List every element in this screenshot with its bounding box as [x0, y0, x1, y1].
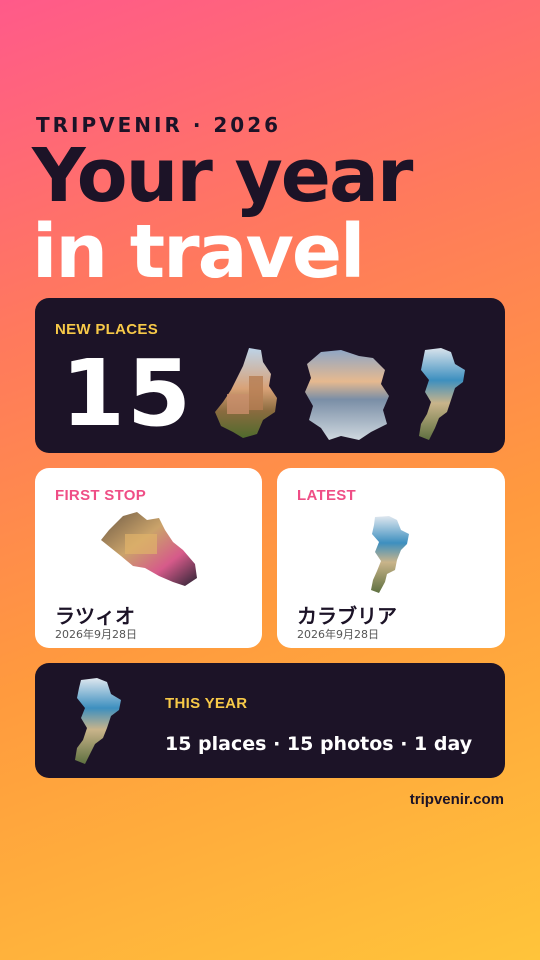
latest-label: LATEST	[297, 487, 357, 504]
new-places-card: NEW PLACES 15	[35, 298, 505, 453]
latest-name: カラブリア	[297, 604, 397, 628]
page-title: Your year in travel	[32, 133, 413, 295]
latest-region-thumbnail	[371, 516, 409, 593]
this-year-region-thumbnail	[75, 678, 121, 764]
first-stop-label: FIRST STOP	[55, 487, 147, 504]
region-thumbnail-3	[419, 348, 465, 440]
this-year-label: THIS YEAR	[165, 695, 248, 712]
title-line-1: Your year	[32, 133, 413, 219]
latest-date: 2026年9月28日	[297, 628, 379, 641]
new-places-label: NEW PLACES	[55, 321, 159, 338]
region-thumbnail-1	[215, 348, 277, 438]
first-stop-card: FIRST STOP ラツィオ 2026年9月28日	[35, 468, 262, 648]
latest-card: LATEST カラブリア 2026年9月28日	[277, 468, 505, 648]
region-thumbnail-2	[305, 350, 389, 440]
first-stop-date: 2026年9月28日	[55, 628, 137, 641]
title-line-2: in travel	[32, 209, 365, 295]
first-stop-region-thumbnail	[101, 512, 197, 586]
this-year-card: THIS YEAR 15 places · 15 photos · 1 day	[35, 663, 505, 778]
new-places-count: 15	[61, 340, 194, 447]
first-stop-name: ラツィオ	[55, 604, 135, 628]
footer-url[interactable]: tripvenir.com	[410, 791, 504, 808]
this-year-summary: 15 places · 15 photos · 1 day	[165, 733, 473, 755]
